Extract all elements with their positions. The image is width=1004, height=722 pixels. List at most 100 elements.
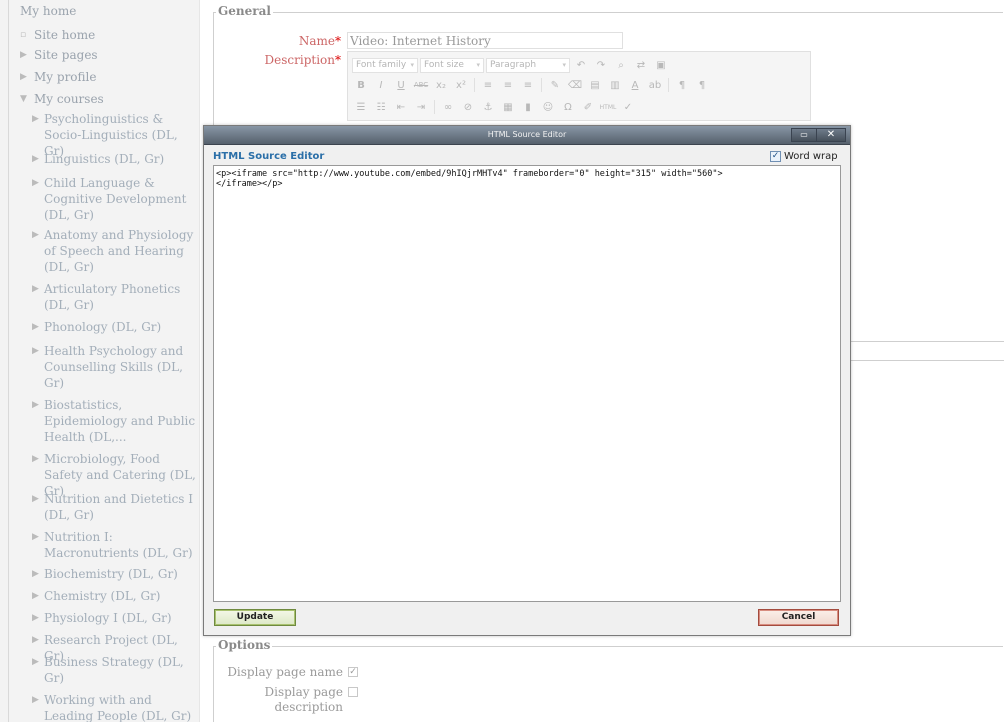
toolbar-separator: [434, 100, 435, 114]
format-select[interactable]: Paragraph ▾: [486, 57, 570, 73]
required-asterisk: *: [335, 53, 341, 67]
course-link[interactable]: Articulatory Phonetics (DL, Gr): [20, 281, 196, 313]
course-link[interactable]: Health Psychology and Counselling Skills…: [20, 343, 196, 391]
underline-icon[interactable]: U: [392, 77, 410, 93]
numbered-list-icon[interactable]: ☷: [372, 99, 390, 115]
link-icon[interactable]: ∞: [439, 99, 457, 115]
display-page-description-checkbox[interactable]: [348, 687, 358, 697]
media-icon[interactable]: ▮: [519, 99, 537, 115]
sidebar-divider: [8, 0, 9, 722]
maximize-icon[interactable]: ▭: [791, 128, 817, 142]
sidebar-course-item[interactable]: ▶ Biochemistry (DL, Gr): [20, 566, 196, 582]
paste-word-icon[interactable]: ▥: [606, 77, 624, 93]
course-link[interactable]: Nutrition and Dietetics I (DL, Gr): [20, 491, 196, 523]
chevron-down-icon: ▾: [476, 60, 480, 69]
bold-icon[interactable]: B: [352, 77, 370, 93]
align-left-icon[interactable]: ≡: [479, 77, 497, 93]
editor-toolbar: Font family ▾ Font size ▾ Paragraph ▾ ↶ ↷ ⌕…: [347, 51, 811, 121]
cancel-button[interactable]: Cancel: [758, 609, 839, 626]
sidebar-course-item[interactable]: ▶ Linguistics (DL, Gr): [20, 151, 196, 167]
course-link[interactable]: Working with and Leading People (DL, Gr): [20, 692, 196, 722]
course-link[interactable]: Biochemistry (DL, Gr): [20, 566, 196, 582]
undo-icon[interactable]: ↶: [572, 57, 590, 73]
italic-icon[interactable]: I: [372, 77, 390, 93]
display-page-name-label: Display page name: [227, 665, 343, 679]
sidebar-course-item[interactable]: ▶ Health Psychology and Counselling Skill…: [20, 343, 196, 391]
emoticon-icon[interactable]: ☺: [539, 99, 557, 115]
font-size-select[interactable]: Font size ▾: [420, 57, 484, 73]
course-link[interactable]: Biostatistics, Epidemiology and Public H…: [20, 397, 196, 445]
sidebar-course-item[interactable]: ▶ Articulatory Phonetics (DL, Gr): [20, 281, 196, 313]
course-link[interactable]: Child Language & Cognitive Development (…: [20, 175, 196, 223]
align-right-icon[interactable]: ≡: [519, 77, 537, 93]
spellcheck-icon[interactable]: ✓: [619, 99, 637, 115]
find-icon[interactable]: ⌕: [612, 57, 630, 73]
options-legend: Options: [216, 638, 273, 652]
outdent-icon[interactable]: ⇤: [392, 99, 410, 115]
eraser-icon[interactable]: ⌫: [566, 77, 584, 93]
sidebar-course-item[interactable]: ▶ Biostatistics, Epidemiology and Public …: [20, 397, 196, 445]
sidebar-item-my-courses[interactable]: ▼ My courses: [20, 91, 196, 107]
bullet-list-icon[interactable]: ☰: [352, 99, 370, 115]
rtl-icon[interactable]: ¶: [693, 77, 711, 93]
course-link[interactable]: Chemistry (DL, Gr): [20, 588, 196, 604]
update-button[interactable]: Update: [214, 609, 296, 626]
collapsed-arrow-icon: ▶: [20, 50, 27, 60]
special-char-icon[interactable]: Ω: [559, 99, 577, 115]
paste-text-icon[interactable]: ▤: [586, 77, 604, 93]
course-link[interactable]: Business Strategy (DL, Gr): [20, 654, 196, 686]
course-link[interactable]: Anatomy and Physiology of Speech and Hea…: [20, 227, 196, 275]
superscript-icon[interactable]: x²: [452, 77, 470, 93]
sidebar-item-site-home[interactable]: ▫ Site home: [20, 27, 196, 43]
form-divider: [851, 341, 1004, 342]
dialog-titlebar[interactable]: HTML Source Editor ▭ ✕: [204, 126, 850, 145]
anchor-icon[interactable]: ⚓: [479, 99, 497, 115]
general-fieldset-border: [213, 12, 1003, 13]
collapsed-arrow-icon: ▶: [32, 400, 39, 410]
sidebar-course-item[interactable]: ▶ Phonology (DL, Gr): [20, 319, 196, 335]
clean-up-icon[interactable]: ✎: [546, 77, 564, 93]
font-family-select[interactable]: Font family ▾: [352, 57, 418, 73]
sidebar-course-item[interactable]: ▶ Chemistry (DL, Gr): [20, 588, 196, 604]
sidebar-course-item[interactable]: ▶ Child Language & Cognitive Development …: [20, 175, 196, 223]
html-source-icon[interactable]: HTML: [599, 99, 617, 115]
collapsed-arrow-icon: ▶: [32, 346, 39, 356]
indent-icon[interactable]: ⇥: [412, 99, 430, 115]
subscript-icon[interactable]: x₂: [432, 77, 450, 93]
close-icon[interactable]: ✕: [816, 128, 846, 142]
course-link[interactable]: Linguistics (DL, Gr): [20, 151, 196, 167]
replace-icon[interactable]: ⇄: [632, 57, 650, 73]
sidebar-course-item[interactable]: ▶ Nutrition and Dietetics I (DL, Gr): [20, 491, 196, 523]
fullscreen-icon[interactable]: ▣: [652, 57, 670, 73]
edit-icon[interactable]: ✐: [579, 99, 597, 115]
sidebar-course-item[interactable]: ▶ Nutrition I: Macronutrients (DL, Gr): [20, 529, 196, 561]
word-wrap-checkbox[interactable]: ✓: [770, 151, 781, 162]
text-color-icon[interactable]: A: [626, 77, 644, 93]
ltr-icon[interactable]: ¶: [673, 77, 691, 93]
sidebar-item-my-profile[interactable]: ▶ My profile: [20, 69, 196, 85]
collapsed-arrow-icon: ▶: [32, 569, 39, 579]
course-link[interactable]: Phonology (DL, Gr): [20, 319, 196, 335]
display-page-description-label: Display page description: [264, 685, 343, 714]
course-link[interactable]: Physiology I (DL, Gr): [20, 610, 196, 626]
chevron-down-icon: ▾: [410, 60, 414, 69]
sidebar-item-my-home[interactable]: My home: [20, 3, 196, 19]
sidebar-course-item[interactable]: ▶ Business Strategy (DL, Gr): [20, 654, 196, 686]
display-page-name-checkbox[interactable]: ✓: [348, 667, 358, 677]
sidebar-item-label: Site home: [34, 28, 96, 42]
course-link[interactable]: Nutrition I: Macronutrients (DL, Gr): [20, 529, 196, 561]
html-source-textarea[interactable]: [213, 165, 841, 602]
name-input[interactable]: [347, 32, 623, 49]
sidebar-course-item[interactable]: ▶ Working with and Leading People (DL, Gr…: [20, 692, 196, 722]
bullet-icon: ▫: [20, 30, 27, 40]
redo-icon[interactable]: ↷: [592, 57, 610, 73]
word-wrap-toggle[interactable]: ✓ Word wrap: [770, 151, 838, 162]
sidebar-course-item[interactable]: ▶ Anatomy and Physiology of Speech and He…: [20, 227, 196, 275]
align-center-icon[interactable]: ≡: [499, 77, 517, 93]
unlink-icon[interactable]: ⊘: [459, 99, 477, 115]
image-icon[interactable]: ▦: [499, 99, 517, 115]
strikethrough-icon[interactable]: ABC: [412, 77, 430, 93]
highlight-color-icon[interactable]: ab: [646, 77, 664, 93]
sidebar-course-item[interactable]: ▶ Physiology I (DL, Gr): [20, 610, 196, 626]
sidebar-item-site-pages[interactable]: ▶ Site pages: [20, 47, 196, 63]
